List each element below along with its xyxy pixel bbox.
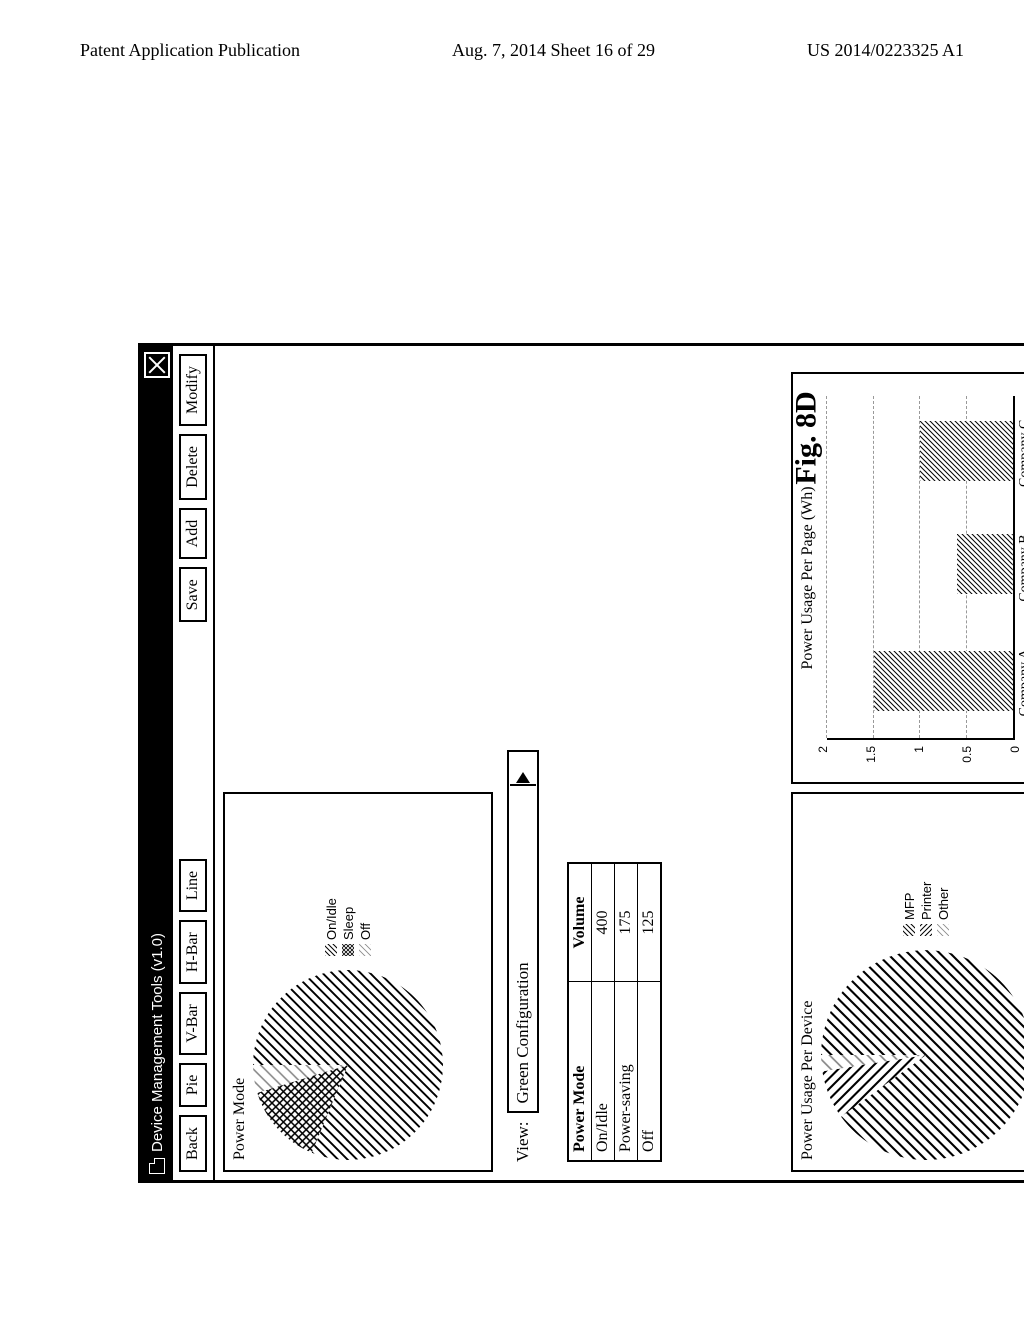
bar: [958, 534, 1014, 594]
add-button[interactable]: Add: [179, 508, 207, 560]
table-header: Power Mode: [568, 981, 592, 1161]
power-mode-pie: [253, 970, 443, 1160]
header-left: Patent Application Publication: [80, 40, 300, 61]
device-usage-panel: Power Usage Per Device MFP Printer Other: [791, 792, 1024, 1172]
toolbar: Back Pie V-Bar H-Bar Line Save Add Delet…: [173, 346, 215, 1180]
delete-button[interactable]: Delete: [179, 434, 207, 500]
chevron-down-icon: [510, 752, 536, 786]
back-button[interactable]: Back: [179, 1115, 207, 1172]
device-usage-legend: MFP Printer Other: [900, 882, 953, 936]
y-tick: 0: [1008, 746, 1022, 753]
bar: [920, 422, 1013, 482]
y-tick: 1: [912, 746, 926, 753]
view-dropdown-value: Green Configuration: [509, 786, 537, 1111]
table-cell: Off: [638, 981, 662, 1161]
power-mode-title: Power Mode: [231, 804, 249, 1160]
x-tick: Company C: [1017, 420, 1024, 487]
hbar-button[interactable]: H-Bar: [179, 920, 207, 984]
x-tick: Company B: [1017, 534, 1024, 601]
y-tick: 0.5: [960, 746, 974, 763]
table-cell: On/Idle: [592, 981, 615, 1161]
y-tick: 1.5: [864, 746, 878, 763]
legend-item: Other: [936, 887, 951, 920]
view-label: View:: [513, 1121, 533, 1162]
figure-label: Fig. 8D: [790, 391, 824, 484]
device-usage-pie: [821, 950, 1024, 1160]
table-cell: 400: [592, 863, 615, 981]
modify-button[interactable]: Modify: [179, 354, 207, 426]
legend-item: Printer: [919, 882, 934, 920]
legend-item: On/Idle: [324, 898, 339, 940]
legend-item: Sleep: [341, 907, 356, 940]
y-tick: 2: [816, 746, 830, 753]
power-per-page-panel: Power Usage Per Page (Wh) 2 1.5 1 0.5 0: [791, 372, 1024, 784]
header-right: US 2014/0223325 A1: [807, 40, 964, 61]
vbar-button[interactable]: V-Bar: [179, 992, 207, 1055]
table-cell: Power-saving: [615, 981, 638, 1161]
pie-button[interactable]: Pie: [179, 1063, 207, 1107]
table-cell: 125: [638, 863, 662, 981]
view-config-panel: View: Green Configuration Power ModeVolu…: [501, 740, 783, 1172]
save-button[interactable]: Save: [179, 567, 207, 622]
view-dropdown[interactable]: Green Configuration: [507, 750, 539, 1113]
header-mid: Aug. 7, 2014 Sheet 16 of 29: [452, 40, 655, 61]
power-mode-legend: On/Idle Sleep Off: [322, 898, 375, 956]
power-mode-table: Power ModeVolume On/Idle400 Power-saving…: [567, 862, 662, 1162]
legend-item: Off: [358, 923, 373, 940]
app-window: Device Management Tools (v1.0) Back Pie …: [138, 343, 1024, 1183]
title-bar: Device Management Tools (v1.0): [141, 346, 173, 1180]
app-icon: [149, 1158, 165, 1174]
legend-item: MFP: [902, 893, 917, 920]
window-title: Device Management Tools (v1.0): [149, 378, 166, 1152]
device-usage-title: Power Usage Per Device: [799, 804, 817, 1160]
close-icon[interactable]: [144, 352, 170, 378]
line-button[interactable]: Line: [179, 859, 207, 912]
power-per-page-chart: 2 1.5 1 0.5 0: [823, 392, 1024, 772]
bar: [874, 651, 1014, 711]
x-tick: Company A: [1017, 649, 1024, 716]
table-cell: 175: [615, 863, 638, 981]
power-mode-panel: Power Mode On/Idle Sleep Off: [223, 792, 493, 1172]
table-header: Volume: [568, 863, 592, 981]
